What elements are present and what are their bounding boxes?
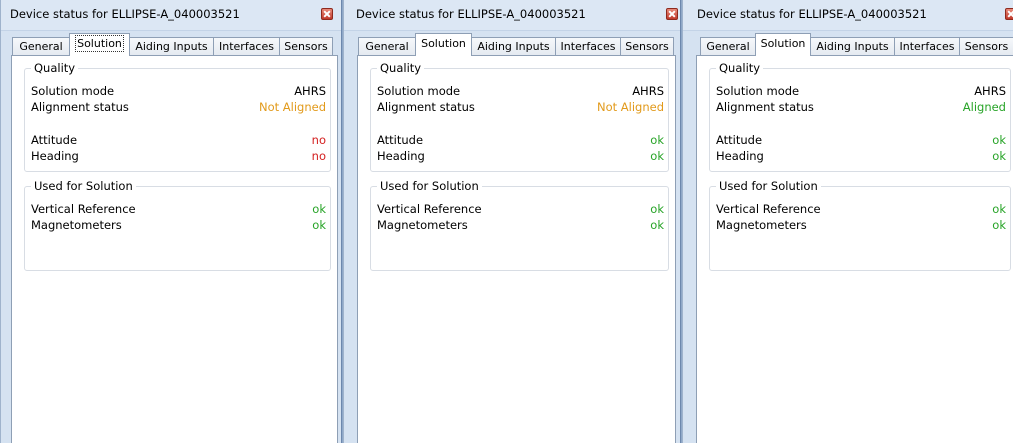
alignment-status-row: Alignment status Not Aligned: [31, 100, 326, 116]
quality-group: Quality Solution mode AHRS Alignment sta…: [709, 61, 1011, 172]
heading-label: Heading: [31, 149, 79, 163]
attitude-row: Attitude ok: [716, 133, 1006, 149]
attitude-value: ok: [650, 133, 664, 147]
heading-label: Heading: [377, 149, 425, 163]
group-title: Used for Solution: [377, 179, 482, 193]
heading-row: Heading ok: [716, 149, 1006, 165]
group-title: Quality: [716, 61, 764, 75]
attitude-row: Attitude no: [31, 133, 326, 149]
group-title: Quality: [31, 61, 79, 75]
tab-solution[interactable]: Solution: [415, 33, 472, 56]
magnetometers-label: Magnetometers: [377, 218, 468, 232]
vertical-reference-value: ok: [992, 202, 1006, 216]
heading-value: no: [311, 149, 326, 163]
magnetometers-value: ok: [992, 218, 1006, 232]
solution-mode-value: AHRS: [974, 84, 1006, 98]
solution-mode-row: Solution mode AHRS: [716, 84, 1006, 100]
tab-sensors[interactable]: Sensors: [279, 37, 333, 56]
solution-mode-row: Solution mode AHRS: [377, 84, 664, 100]
tab-interfaces[interactable]: Interfaces: [555, 37, 621, 56]
tab-bar: General Solution Aiding Inputs Interface…: [683, 33, 1013, 56]
magnetometers-label: Magnetometers: [31, 218, 122, 232]
attitude-label: Attitude: [31, 133, 78, 147]
group-title: Used for Solution: [31, 179, 136, 193]
tab-aiding-inputs[interactable]: Aiding Inputs: [810, 37, 895, 56]
used-for-solution-group: Used for Solution Vertical Reference ok …: [370, 179, 669, 271]
title-bar: Device status for ELLIPSE-A_040003521: [344, 0, 681, 31]
tab-bar: General Solution Aiding Inputs Interface…: [1, 33, 342, 56]
device-status-window-1: Device status for ELLIPSE-A_040003521 Ge…: [0, 0, 343, 443]
tab-sensors[interactable]: Sensors: [959, 37, 1013, 56]
vertical-reference-row: Vertical Reference ok: [31, 202, 326, 218]
tab-general[interactable]: General: [700, 37, 756, 56]
solution-mode-label: Solution mode: [716, 84, 800, 98]
quality-group: Quality Solution mode AHRS Alignment sta…: [370, 61, 669, 172]
vertical-reference-label: Vertical Reference: [31, 202, 136, 216]
tab-bar: General Solution Aiding Inputs Interface…: [344, 33, 681, 56]
vertical-reference-label: Vertical Reference: [716, 202, 821, 216]
vertical-reference-row: Vertical Reference ok: [716, 202, 1006, 218]
alignment-status-label: Alignment status: [377, 100, 475, 114]
attitude-row: Attitude ok: [377, 133, 664, 149]
tab-aiding-inputs[interactable]: Aiding Inputs: [471, 37, 556, 56]
close-icon[interactable]: [666, 8, 678, 20]
solution-mode-label: Solution mode: [377, 84, 461, 98]
tab-content: Quality Solution mode AHRS Alignment sta…: [11, 55, 338, 443]
heading-row: Heading ok: [377, 149, 664, 165]
attitude-value: no: [311, 133, 326, 147]
magnetometers-label: Magnetometers: [716, 218, 807, 232]
used-for-solution-group: Used for Solution Vertical Reference ok …: [709, 179, 1011, 271]
alignment-status-value: Not Aligned: [596, 100, 664, 114]
tab-interfaces[interactable]: Interfaces: [894, 37, 960, 56]
vertical-reference-row: Vertical Reference ok: [377, 202, 664, 218]
alignment-status-label: Alignment status: [716, 100, 814, 114]
vertical-reference-value: ok: [312, 202, 326, 216]
tab-sensors[interactable]: Sensors: [620, 37, 674, 56]
tab-general[interactable]: General: [12, 37, 70, 56]
heading-label: Heading: [716, 149, 764, 163]
solution-mode-label: Solution mode: [31, 84, 115, 98]
alignment-status-row: Alignment status Aligned: [716, 100, 1006, 116]
solution-mode-value: AHRS: [632, 84, 664, 98]
solution-mode-value: AHRS: [294, 84, 326, 98]
window-title: Device status for ELLIPSE-A_040003521: [697, 7, 927, 21]
quality-group: Quality Solution mode AHRS Alignment sta…: [24, 61, 331, 172]
alignment-status-label: Alignment status: [31, 100, 129, 114]
title-bar: Device status for ELLIPSE-A_040003521: [1, 0, 342, 31]
device-status-window-2: Device status for ELLIPSE-A_040003521 Ge…: [343, 0, 682, 443]
heading-value: ok: [650, 149, 664, 163]
attitude-label: Attitude: [716, 133, 763, 147]
tab-aiding-inputs[interactable]: Aiding Inputs: [129, 37, 214, 56]
vertical-reference-value: ok: [650, 202, 664, 216]
tab-content: Quality Solution mode AHRS Alignment sta…: [357, 55, 676, 443]
used-for-solution-group: Used for Solution Vertical Reference ok …: [24, 179, 331, 271]
tab-content: Quality Solution mode AHRS Alignment sta…: [696, 55, 1013, 443]
title-bar: Device status for ELLIPSE-A_040003521: [683, 0, 1013, 31]
attitude-label: Attitude: [377, 133, 424, 147]
window-title: Device status for ELLIPSE-A_040003521: [356, 7, 586, 21]
tab-solution[interactable]: Solution: [69, 33, 130, 56]
group-title: Used for Solution: [716, 179, 821, 193]
alignment-status-value: Aligned: [962, 100, 1006, 114]
solution-mode-row: Solution mode AHRS: [31, 84, 326, 100]
magnetometers-value: ok: [650, 218, 664, 232]
magnetometers-row: Magnetometers ok: [31, 218, 326, 234]
magnetometers-value: ok: [312, 218, 326, 232]
tab-interfaces[interactable]: Interfaces: [213, 37, 280, 56]
tab-general[interactable]: General: [358, 37, 416, 56]
alignment-status-value: Not Aligned: [258, 100, 326, 114]
window-title: Device status for ELLIPSE-A_040003521: [10, 7, 240, 21]
tab-solution[interactable]: Solution: [755, 33, 811, 56]
heading-value: ok: [992, 149, 1006, 163]
vertical-reference-label: Vertical Reference: [377, 202, 482, 216]
device-status-window-3: Device status for ELLIPSE-A_040003521 Ge…: [682, 0, 1013, 443]
heading-row: Heading no: [31, 149, 326, 165]
close-icon[interactable]: [321, 8, 333, 20]
group-title: Quality: [377, 61, 425, 75]
magnetometers-row: Magnetometers ok: [716, 218, 1006, 234]
alignment-status-row: Alignment status Not Aligned: [377, 100, 664, 116]
close-icon[interactable]: [1005, 8, 1013, 20]
attitude-value: ok: [992, 133, 1006, 147]
magnetometers-row: Magnetometers ok: [377, 218, 664, 234]
